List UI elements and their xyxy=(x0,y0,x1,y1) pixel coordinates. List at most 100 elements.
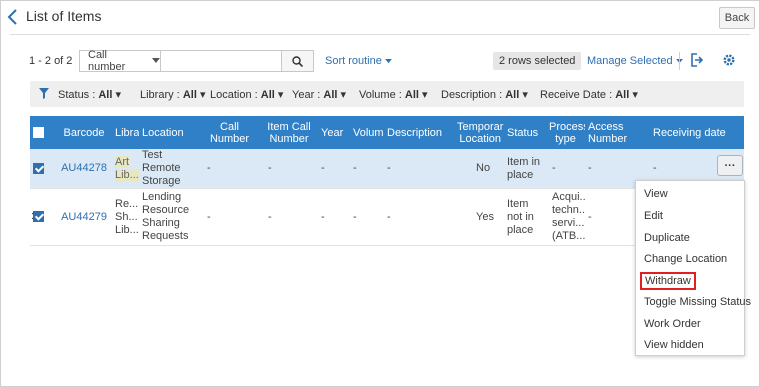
barcode-link[interactable]: AU44279 xyxy=(61,211,107,223)
column-header[interactable]: Call Number xyxy=(199,116,260,149)
row-checkbox[interactable] xyxy=(33,162,44,174)
filter-receive-date-value: All xyxy=(615,89,630,101)
call-number-cell: - xyxy=(199,149,260,189)
filter-volume-label: Volume : xyxy=(359,89,402,101)
filter-year-label: Year : xyxy=(292,89,321,101)
filter-volume-value: All xyxy=(404,89,419,101)
back-button[interactable]: Back xyxy=(719,7,755,29)
filter-year-value: All xyxy=(323,89,338,101)
caret-down-icon: ▾ xyxy=(632,89,638,101)
menu-item-withdraw[interactable]: Withdraw xyxy=(640,272,696,290)
filter-status[interactable]: Status : All ▾ xyxy=(58,88,121,101)
filter-location-value: All xyxy=(260,89,275,101)
temporary-location-cell: No xyxy=(454,149,504,189)
caret-down-icon: ▾ xyxy=(522,89,528,101)
search-field-select-label: Call number xyxy=(88,49,126,73)
toolbar: 1 - 2 of 2 Call number Sort routine 2 ro… xyxy=(0,49,760,74)
sort-routine-dropdown[interactable]: Sort routine xyxy=(325,55,392,67)
filter-library-label: Library : xyxy=(140,89,180,101)
process-type-cell: Acqui... techn... servi... (ATB... xyxy=(546,188,585,246)
filter-status-label: Status : xyxy=(58,89,96,101)
menu-item-view[interactable]: View xyxy=(644,188,668,200)
column-header[interactable]: Location xyxy=(139,116,199,149)
select-all-checkbox[interactable] xyxy=(33,127,44,139)
manage-selected-label: Manage Selected xyxy=(587,55,673,67)
filter-volume[interactable]: Volume : All ▾ xyxy=(359,88,428,101)
sort-routine-label: Sort routine xyxy=(325,55,382,67)
filter-location[interactable]: Location : All ▾ xyxy=(210,88,283,101)
caret-down-icon: ▾ xyxy=(340,89,347,101)
caret-down-icon: ▾ xyxy=(199,89,206,101)
result-count: 1 - 2 of 2 xyxy=(29,55,73,67)
column-header[interactable]: Receiving date xyxy=(645,116,744,149)
column-header[interactable]: Libra xyxy=(112,116,139,149)
call-number-cell: - xyxy=(199,188,260,246)
filter-receive-date[interactable]: Receive Date : All ▾ xyxy=(540,88,638,101)
year-cell: - xyxy=(318,188,350,246)
column-header[interactable]: Access Number xyxy=(585,116,645,149)
column-header[interactable]: Description xyxy=(384,116,454,149)
column-header[interactable]: Volum xyxy=(350,116,384,149)
caret-down-icon xyxy=(385,59,392,64)
description-cell: - xyxy=(384,188,454,246)
menu-item-view-hidden[interactable]: View hidden xyxy=(644,339,704,351)
row-checkbox[interactable] xyxy=(33,211,44,223)
caret-down-icon: ▾ xyxy=(115,89,122,101)
filter-bar: Status : All ▾ Library : All ▾ Location … xyxy=(30,81,744,107)
barcode-cell[interactable]: AU44279 xyxy=(56,188,112,246)
search-button[interactable] xyxy=(282,50,314,72)
page-header: List of Items Back xyxy=(0,0,760,34)
row-select-cell xyxy=(30,149,56,189)
menu-item-toggle-missing-status[interactable]: Toggle Missing Status xyxy=(644,296,751,308)
item-call-number-cell: - xyxy=(260,149,318,189)
caret-down-icon xyxy=(152,58,160,63)
filter-icon xyxy=(39,88,49,99)
row-actions-button[interactable]: ··· xyxy=(717,155,743,176)
select-all-cell xyxy=(30,116,56,149)
column-header[interactable]: Barcode xyxy=(56,116,112,149)
rows-selected-badge: 2 rows selected xyxy=(493,52,582,70)
process-type-cell: - xyxy=(546,149,585,189)
row-marker: : xyxy=(31,210,35,222)
filter-description[interactable]: Description : All ▾ xyxy=(441,88,528,101)
status-cell: Item in place xyxy=(504,149,546,189)
column-header[interactable]: Process type xyxy=(546,116,585,149)
filter-library-value: All xyxy=(182,89,197,101)
search-input[interactable] xyxy=(160,50,282,72)
description-cell: - xyxy=(384,149,454,189)
filter-location-label: Location : xyxy=(210,89,258,101)
library-cell: Art Lib... xyxy=(112,149,139,189)
export-icon[interactable] xyxy=(690,52,704,68)
column-header[interactable]: Status xyxy=(504,116,546,149)
location-cell: Lending Resource Sharing Requests xyxy=(139,188,199,246)
manage-selected-dropdown[interactable]: Manage Selected xyxy=(587,55,683,67)
toolbar-divider xyxy=(679,52,680,70)
column-header[interactable]: Year xyxy=(318,116,350,149)
status-cell: Item not in place xyxy=(504,188,546,246)
temporary-location-cell: Yes xyxy=(454,188,504,246)
filter-status-value: All xyxy=(98,89,113,101)
barcode-link[interactable]: AU44278 xyxy=(61,162,107,174)
filter-library[interactable]: Library : All ▾ xyxy=(140,88,205,101)
menu-item-duplicate[interactable]: Duplicate xyxy=(644,232,690,244)
menu-item-work-order[interactable]: Work Order xyxy=(644,318,701,330)
barcode-cell[interactable]: AU44278 xyxy=(56,149,112,189)
item-call-number-cell: - xyxy=(260,188,318,246)
column-header[interactable]: Temporar Location xyxy=(454,116,504,149)
chevron-left-icon[interactable] xyxy=(6,9,20,25)
table-header-row: Barcode Libra Location Call Number Item … xyxy=(30,116,744,149)
menu-item-edit[interactable]: Edit xyxy=(644,210,663,222)
column-header[interactable]: Item Call Number xyxy=(260,116,318,149)
gear-icon[interactable] xyxy=(721,52,737,68)
volume-cell: - xyxy=(350,188,384,246)
search-field-select[interactable]: Call number xyxy=(79,49,160,73)
filter-year[interactable]: Year : All ▾ xyxy=(292,88,346,101)
page-title: List of Items xyxy=(26,8,102,24)
volume-cell: - xyxy=(350,149,384,189)
filter-description-label: Description : xyxy=(441,89,503,101)
menu-item-change-location[interactable]: Change Location xyxy=(644,253,727,265)
row-actions-menu: View Edit Duplicate Change Location With… xyxy=(635,180,751,356)
header-divider xyxy=(10,34,750,35)
filter-description-value: All xyxy=(505,89,520,101)
library-cell: Re... Sh... Lib... xyxy=(112,188,139,246)
